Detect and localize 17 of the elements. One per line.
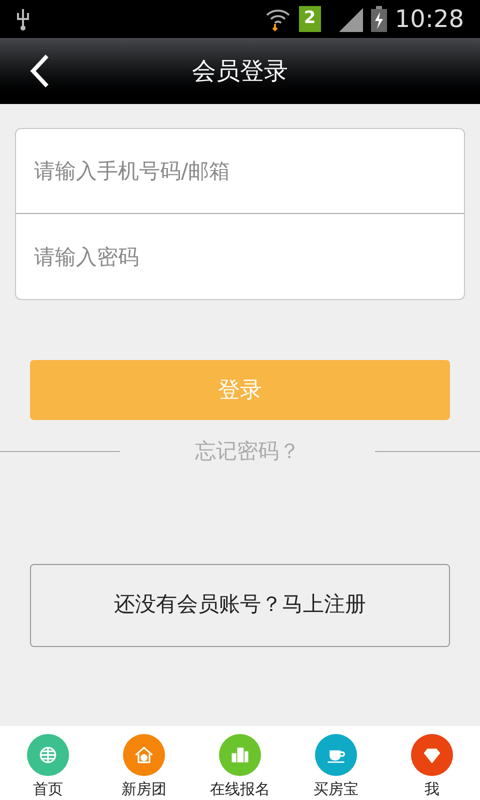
register-button[interactable]: 还没有会员账号？马上注册 bbox=[30, 564, 450, 646]
signal-icon bbox=[336, 6, 363, 32]
usb-icon bbox=[16, 7, 30, 31]
tab-item[interactable]: 新房团 bbox=[96, 734, 192, 800]
tab-item[interactable]: 买房宝 bbox=[288, 734, 384, 800]
tab-item[interactable]: 首页 bbox=[0, 734, 96, 800]
house-icon bbox=[133, 744, 155, 766]
battery-icon bbox=[370, 6, 387, 32]
input-field[interactable]: 请输入密码 bbox=[15, 214, 465, 300]
globe-icon bbox=[37, 744, 59, 766]
tab-item[interactable]: 我 bbox=[384, 734, 480, 800]
tab-item[interactable]: 在线报名 bbox=[192, 734, 288, 800]
back-icon bbox=[29, 54, 51, 88]
sim-badge: 2 bbox=[298, 6, 321, 32]
clock-time: 10:28 bbox=[394, 4, 464, 35]
input-field[interactable]: 请输入手机号码/邮箱 bbox=[15, 128, 465, 214]
page-title: 会员登录 bbox=[192, 56, 288, 87]
